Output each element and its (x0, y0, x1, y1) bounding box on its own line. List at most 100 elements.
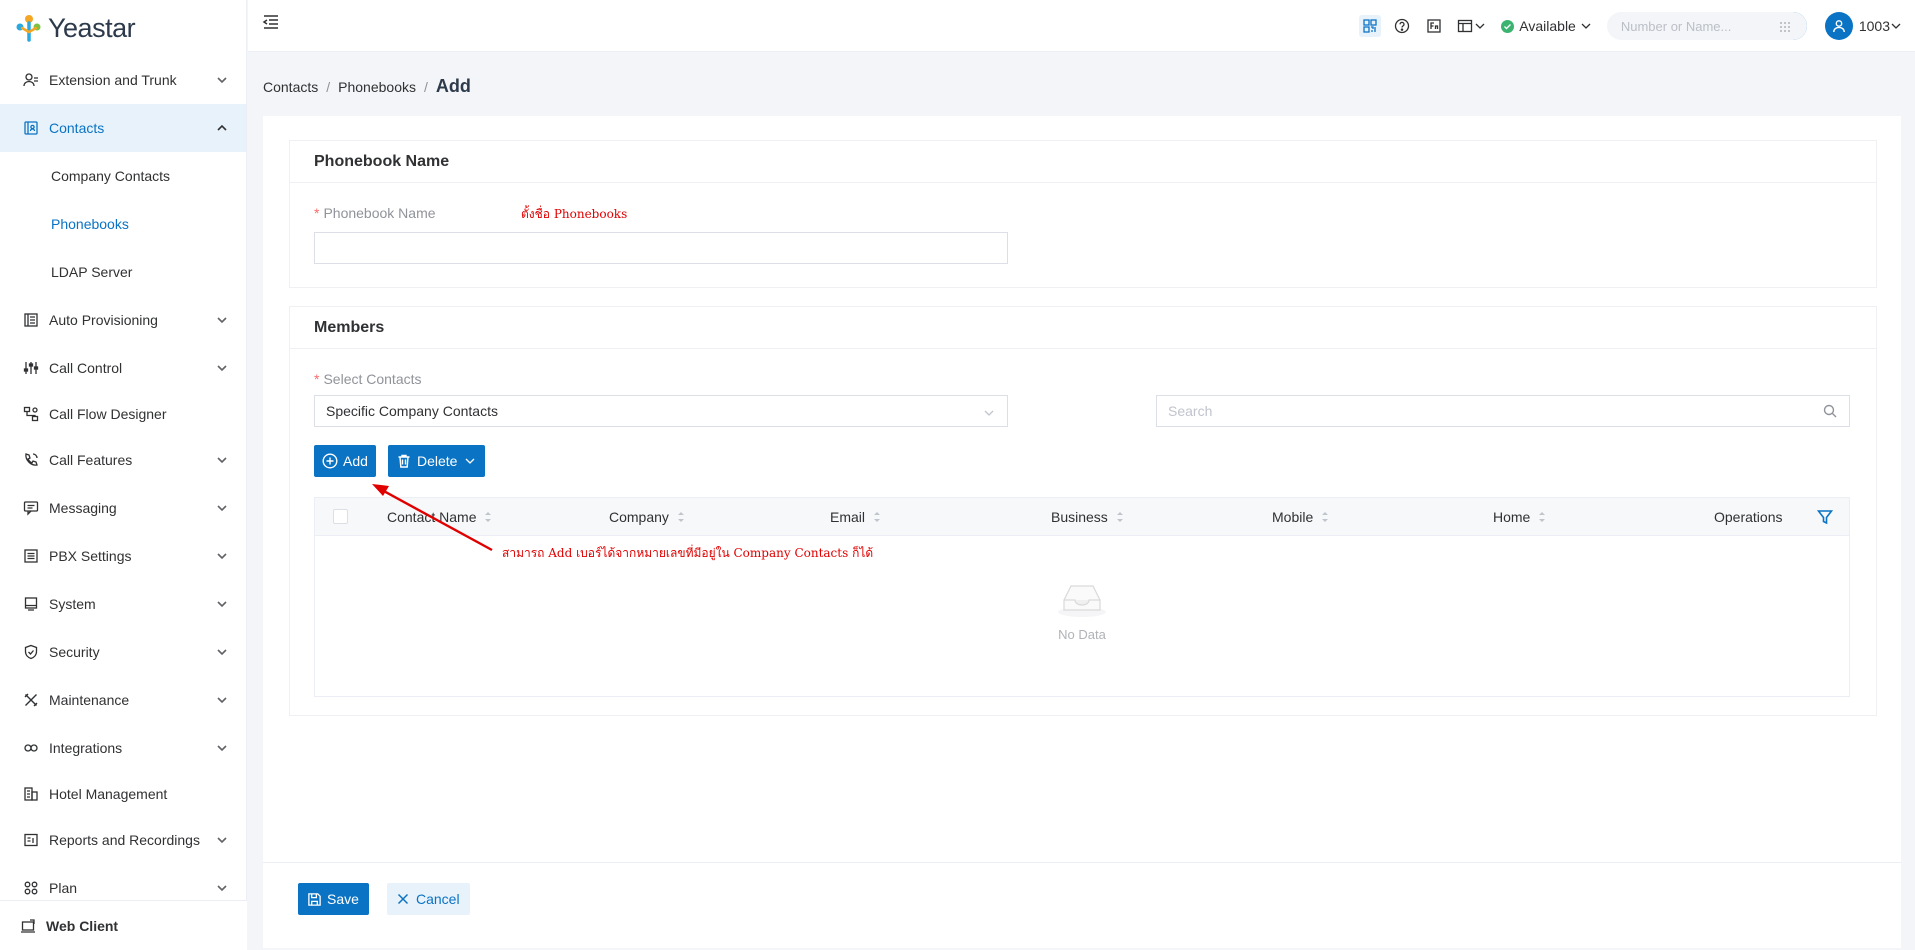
select-all-checkbox[interactable] (333, 509, 348, 524)
members-search-input[interactable] (1157, 396, 1849, 426)
help-icon[interactable] (1391, 15, 1413, 37)
column-label: Mobile (1272, 509, 1314, 525)
column-home[interactable]: Home (1493, 498, 1548, 536)
sidebar-item-call-control[interactable]: Call Control (0, 344, 246, 392)
chevron-down-icon (216, 834, 228, 846)
column-email[interactable]: Email (830, 498, 883, 536)
select-contacts-label-text: Select Contacts (323, 371, 422, 387)
add-button[interactable]: Add (314, 445, 376, 477)
breadcrumb-contacts[interactable]: Contacts (263, 79, 318, 95)
chevron-down-icon (216, 454, 228, 466)
column-label: Business (1051, 509, 1108, 525)
phonebook-name-annotation: ตั้งชื่อ Phonebooks (521, 207, 628, 221)
sidebar-item-system[interactable]: System (0, 580, 246, 628)
close-icon (395, 891, 411, 907)
report-icon (22, 831, 40, 849)
column-label: Contact Name (387, 509, 477, 525)
keypad-icon[interactable] (1779, 20, 1791, 32)
logo-text: Yeastar (48, 12, 136, 43)
sidebar-item-call-features[interactable]: Call Features (0, 436, 246, 484)
dial-input[interactable] (1620, 18, 1771, 34)
column-company[interactable]: Company (609, 498, 687, 536)
chevron-down-icon (216, 742, 228, 754)
function-key-icon[interactable] (1423, 15, 1445, 37)
table-header: Contact Name Company Email Business Mobi… (315, 498, 1849, 536)
yeastar-logo-icon (14, 13, 44, 43)
chevron-down-icon (1581, 23, 1591, 29)
column-label: Operations (1714, 509, 1783, 525)
monitor-icon (22, 595, 40, 613)
window-layout-icon[interactable] (1455, 15, 1487, 37)
breadcrumb-phonebooks[interactable]: Phonebooks (338, 79, 416, 95)
sidebar-item-reports-and-recordings[interactable]: Reports and Recordings (0, 816, 246, 864)
sort-icon[interactable] (873, 510, 883, 524)
column-operations: Operations (1714, 498, 1782, 536)
save-button[interactable]: Save (298, 883, 369, 915)
sidebar-item-label: Auto Provisioning (49, 312, 158, 328)
phonebook-name-label-text: Phonebook Name (323, 205, 436, 221)
column-mobile[interactable]: Mobile (1272, 498, 1331, 536)
sidebar-item-label: Security (49, 644, 100, 660)
sidebar-subitem-ldap-server[interactable]: LDAP Server (0, 248, 246, 296)
sidebar-item-label: Maintenance (49, 692, 130, 708)
column-business[interactable]: Business (1051, 498, 1126, 536)
sidebar-item-maintenance[interactable]: Maintenance (0, 676, 246, 724)
sort-icon[interactable] (1321, 510, 1331, 524)
web-client-link[interactable]: Web Client (0, 900, 247, 950)
sidebar-item-extension-and-trunk[interactable]: Extension and Trunk (0, 56, 246, 104)
sidebar-item-label: Extension and Trunk (49, 72, 177, 88)
users-icon (22, 71, 40, 89)
sidebar-item-auto-provisioning[interactable]: Auto Provisioning (0, 296, 246, 344)
sidebar-item-integrations[interactable]: Integrations (0, 724, 246, 772)
presence-status-dropdown[interactable]: Available (1501, 18, 1591, 34)
required-asterisk: * (314, 371, 320, 387)
plus-circle-icon (322, 453, 338, 469)
sidebar-item-security[interactable]: Security (0, 628, 246, 676)
members-section-title: Members (290, 307, 1876, 349)
chevron-down-icon (216, 646, 228, 658)
top-bar: Available 1003 (248, 0, 1915, 52)
flow-icon (22, 405, 40, 423)
breadcrumb: Contacts / Phonebooks / Add (263, 76, 471, 97)
menu-collapse-icon[interactable] (262, 13, 280, 31)
shield-icon (22, 643, 40, 661)
search-icon[interactable] (1823, 404, 1837, 418)
add-button-label: Add (343, 453, 368, 469)
sidebar-item-label: System (49, 596, 96, 612)
phonebook-name-input[interactable] (314, 232, 1008, 264)
select-contacts-value: Specific Company Contacts (326, 403, 498, 419)
cancel-button[interactable]: Cancel (387, 883, 470, 915)
column-label: Home (1493, 509, 1531, 525)
delete-button-label: Delete (417, 453, 458, 469)
phone-icon (22, 451, 40, 469)
column-contact-name[interactable]: Contact Name (387, 498, 494, 536)
select-contacts-dropdown[interactable]: Specific Company Contacts (314, 395, 1008, 427)
top-toolbar: Available 1003 (1359, 12, 1901, 40)
filter-icon[interactable] (1817, 498, 1833, 536)
logo[interactable]: Yeastar (0, 0, 246, 56)
trash-icon (396, 453, 412, 469)
sidebar-item-hotel-management[interactable]: Hotel Management (0, 772, 246, 816)
members-table: Contact Name Company Email Business Mobi… (314, 497, 1850, 697)
chevron-down-icon (983, 406, 995, 418)
sidebar-item-messaging[interactable]: Messaging (0, 484, 246, 532)
sidebar-item-label: Hotel Management (49, 786, 168, 802)
add-button-annotation: สามารถ Add เบอร์ได้จากหมายเลขที่มีอยู่ใน… (502, 546, 874, 560)
tools-icon (22, 691, 40, 709)
sort-icon[interactable] (484, 510, 494, 524)
sort-icon[interactable] (1116, 510, 1126, 524)
sidebar-item-pbx-settings[interactable]: PBX Settings (0, 532, 246, 580)
sidebar-subitem-company-contacts[interactable]: Company Contacts (0, 152, 246, 200)
qr-code-icon[interactable] (1359, 15, 1382, 37)
delete-button[interactable]: Delete (388, 445, 486, 477)
sidebar-item-call-flow-designer[interactable]: Call Flow Designer (0, 392, 246, 436)
sidebar-item-contacts[interactable]: Contacts (0, 104, 246, 152)
chevron-down-icon (216, 550, 228, 562)
sidebar-subitem-phonebooks[interactable]: Phonebooks (0, 200, 246, 248)
sort-icon[interactable] (1538, 510, 1548, 524)
user-menu[interactable]: 1003 (1824, 12, 1901, 40)
integration-icon (22, 739, 40, 757)
chevron-down-icon (216, 74, 228, 86)
sort-icon[interactable] (677, 510, 687, 524)
breadcrumb-separator: / (423, 78, 428, 95)
